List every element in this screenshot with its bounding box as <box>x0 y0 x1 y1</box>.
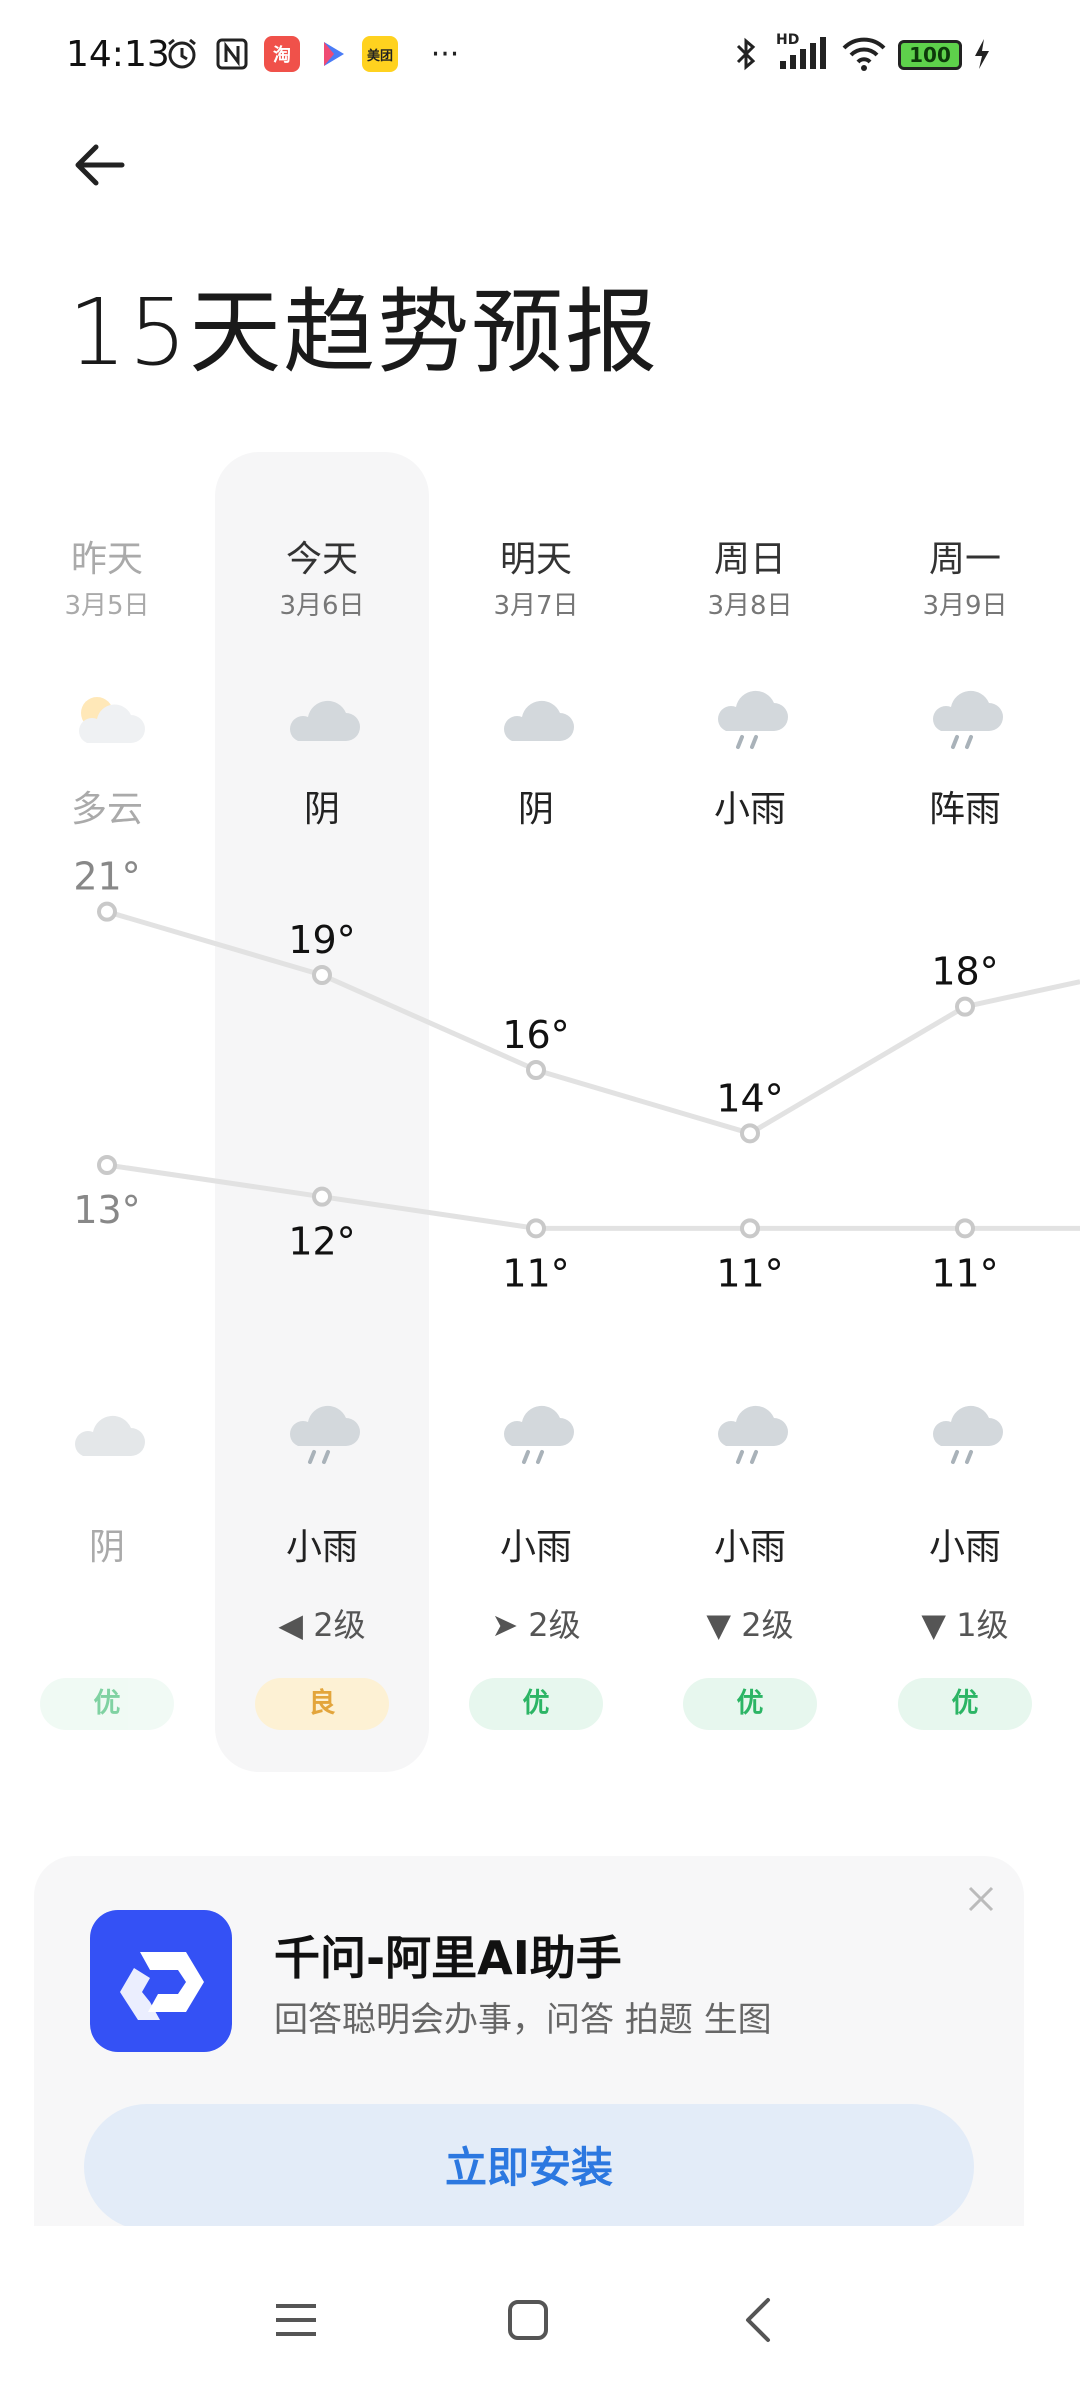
day-condition: 阴 <box>303 789 340 830</box>
light-rain-icon <box>710 1400 790 1470</box>
high-temp-point <box>955 996 975 1017</box>
date-label: 3月6日 <box>279 591 365 621</box>
night-condition: 小雨 <box>499 1527 572 1568</box>
charging-icon <box>970 34 994 74</box>
more-dots-icon: ··· <box>430 36 460 72</box>
close-icon[interactable] <box>966 1884 996 1914</box>
low-temp-point <box>97 1155 117 1175</box>
high-temp-label: 14° <box>716 1076 783 1120</box>
day-label: 今天 <box>285 539 358 580</box>
day-condition: 小雨 <box>713 789 786 830</box>
back-arrow-icon <box>75 144 125 186</box>
low-temp-point <box>526 1218 546 1239</box>
low-temp-label: 11° <box>716 1251 783 1295</box>
aqi-badge: 优 <box>683 1678 817 1730</box>
wind-level: ◀ 2级 <box>278 1606 366 1644</box>
hd-signal-icon: HD <box>772 32 832 74</box>
wind-level: ▼ 1级 <box>921 1606 1009 1644</box>
hd-label: HD <box>776 32 800 48</box>
back-arrow-button[interactable] <box>66 130 156 210</box>
date-label: 3月9日 <box>922 591 1008 621</box>
wifi-icon <box>838 34 890 74</box>
temperature-chart: 21° 19° 16° 14° 18° 13° 12° 11° 11° 11° <box>73 855 1080 1295</box>
day-label: 明天 <box>499 539 572 580</box>
menu-icon[interactable] <box>256 2280 336 2360</box>
page-title: 15天趋势预报 <box>68 279 660 386</box>
day-label: 周日 <box>713 539 786 580</box>
wind-level: ▼ 2级 <box>706 1606 794 1644</box>
meituan-app-icon: 美团 <box>360 34 400 74</box>
high-temp-point <box>740 1123 760 1144</box>
night-condition: 小雨 <box>713 1527 786 1568</box>
cloudy-icon <box>67 1400 147 1470</box>
navigation-bar <box>0 2226 1080 2400</box>
high-temp-point <box>526 1060 546 1080</box>
meituan-label: 美团 <box>362 36 398 72</box>
night-condition: 小雨 <box>285 1527 358 1568</box>
night-condition: 阴 <box>88 1527 125 1568</box>
high-temp-point <box>312 965 332 985</box>
home-icon[interactable] <box>488 2280 568 2360</box>
battery-icon: 100 <box>898 40 962 70</box>
back-icon[interactable] <box>720 2280 800 2360</box>
high-temp-label: 18° <box>931 950 998 994</box>
qianwen-logo-icon[interactable] <box>90 1910 232 2052</box>
day-condition: 阴 <box>517 789 554 830</box>
aqi-badge: 优 <box>40 1678 174 1730</box>
day-label: 周一 <box>928 539 1001 580</box>
light-rain-icon <box>710 685 790 755</box>
date-label: 3月5日 <box>64 591 150 621</box>
high-temp-label: 19° <box>288 918 355 962</box>
low-temp-label: 12° <box>288 1220 355 1264</box>
night-condition: 小雨 <box>928 1527 1001 1568</box>
light-rain-icon <box>496 1400 576 1470</box>
nfc-icon <box>212 34 252 74</box>
day-condition: 多云 <box>70 789 143 830</box>
low-temp-label: 13° <box>73 1188 140 1232</box>
taobao-app-icon: 淘 <box>262 34 302 74</box>
ad-app-name[interactable]: 千问-阿里AI助手 <box>274 1922 622 1988</box>
taobao-label: 淘 <box>264 36 300 72</box>
bluetooth-icon <box>728 34 764 74</box>
low-temp-point <box>740 1218 760 1239</box>
light-rain-icon <box>282 1400 362 1470</box>
partly-cloudy-icon <box>67 685 147 755</box>
status-bar: 14:13 淘 美团 ··· HD 100 <box>0 0 1080 110</box>
low-temp-point <box>955 1218 975 1239</box>
light-rain-icon <box>925 1400 1005 1470</box>
high-temp-label: 21° <box>73 855 140 899</box>
aqi-badge: 良 <box>255 1678 389 1730</box>
high-temp-label: 16° <box>502 1013 569 1057</box>
low-temp-label: 11° <box>931 1251 998 1295</box>
low-temp-label: 11° <box>502 1251 569 1295</box>
ad-card[interactable]: 千问-阿里AI助手 回答聪明会办事，问答 拍题 生图 立即安装 <box>34 1856 1024 2230</box>
date-label: 3月8日 <box>707 591 793 621</box>
cloudy-icon <box>496 685 576 755</box>
install-button[interactable]: 立即安装 <box>84 2104 974 2230</box>
day-label: 昨天 <box>70 539 143 580</box>
status-time: 14:13 <box>66 34 170 75</box>
alarm-icon <box>162 34 202 74</box>
shower-icon <box>925 685 1005 755</box>
day-condition: 阵雨 <box>928 789 1001 830</box>
ad-description: 回答聪明会办事，问答 拍题 生图 <box>274 2000 772 2040</box>
cloudy-icon <box>282 685 362 755</box>
high-temp-point <box>97 901 117 922</box>
date-label: 3月7日 <box>493 591 579 621</box>
aqi-badge: 优 <box>469 1678 603 1730</box>
low-temp-point <box>312 1186 332 1207</box>
wind-level: ➤ 2级 <box>491 1606 581 1644</box>
aqi-badge: 优 <box>898 1678 1032 1730</box>
video-app-icon <box>312 34 352 74</box>
